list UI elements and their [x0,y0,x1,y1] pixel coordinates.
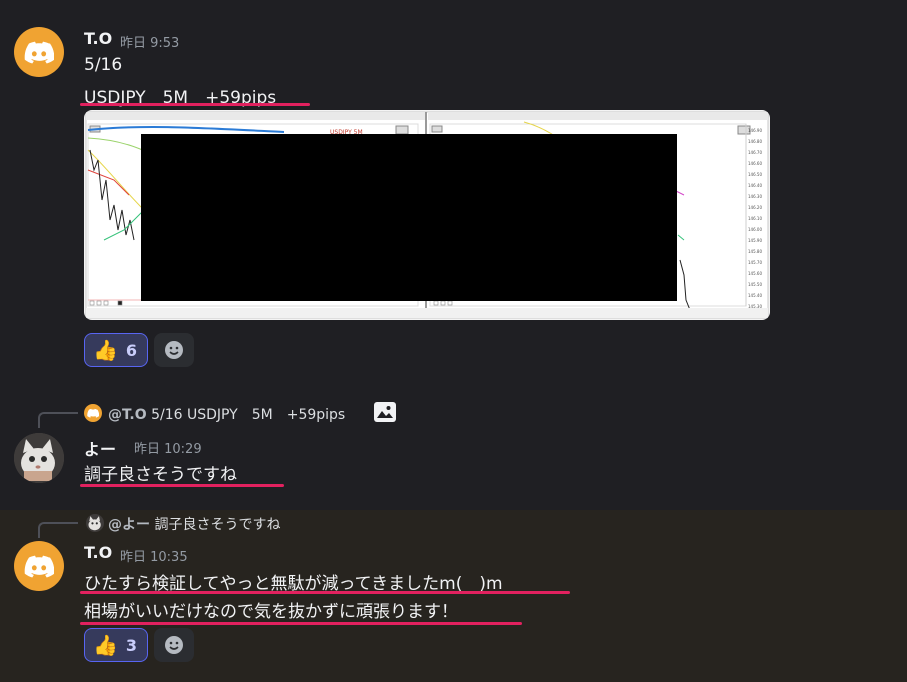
cat-photo-avatar [14,433,64,483]
price-tick: 145.60 [748,271,762,276]
reaction-count: 6 [125,340,138,360]
discord-logo-icon [87,408,99,418]
discord-logo-icon [24,41,54,64]
reply-spine [38,412,78,428]
discord-logo-icon [24,555,54,578]
reply-avatar [86,514,104,532]
reaction-thumbs-up[interactable]: 👍 3 [84,628,148,662]
add-reaction-button[interactable] [154,628,194,662]
price-tick: 146.40 [748,183,762,188]
thumbs-up-icon: 👍 [93,633,118,657]
highlight-underline [80,622,522,625]
reply-author: @T.O [108,407,147,423]
reply-spine [38,522,78,538]
message-text-line: 調子良さそうですね [84,465,237,485]
reply-preview[interactable]: @よー 調子良さそうですね [108,514,280,534]
timestamp: 昨日 9:53 [120,36,180,51]
reply-snippet: 5/16 USDJPY 5M +59pips [151,407,346,423]
price-tick: 146.00 [748,227,762,232]
reply-author: @よー [108,517,150,533]
timestamp: 昨日 10:35 [120,550,188,565]
message-text-line: 相場がいいだけなので気を抜かずに頑張ります！ [84,602,458,622]
price-tick: 146.30 [748,194,762,199]
price-tick: 145.80 [748,249,762,254]
avatar[interactable] [14,27,64,77]
price-tick: 145.90 [748,238,762,243]
price-tick: 146.50 [748,172,762,177]
price-tick: 145.50 [748,282,762,287]
price-tick: 146.10 [748,216,762,221]
smiley-face-icon [165,341,183,359]
price-tick: 146.90 [748,128,762,133]
chart-image-attachment[interactable]: USDJPY 5M 146.90 146.80 146.70 146.60 14… [84,110,770,320]
trading-chart-screenshot: USDJPY 5M 146.90 146.80 146.70 146.60 14… [85,111,769,319]
price-tick: 145.40 [748,293,762,298]
price-tick: 146.60 [748,161,762,166]
redacted-area [141,134,677,301]
message-text-line: 5/16 [84,55,123,75]
add-reaction-button[interactable] [154,333,194,367]
reply-snippet: 調子良さそうですね [154,517,281,533]
price-tick: 146.80 [748,139,762,144]
reply-preview[interactable]: @T.O 5/16 USDJPY 5M +59pips [108,404,345,424]
cat-photo-avatar [88,516,101,531]
highlight-underline [80,103,310,106]
reaction-thumbs-up[interactable]: 👍 6 [84,333,148,367]
timestamp: 昨日 10:29 [134,442,202,457]
username[interactable]: T.O [84,29,112,48]
image-icon [374,402,396,422]
reaction-count: 3 [125,635,138,655]
username[interactable]: よー [84,436,116,460]
avatar[interactable] [14,541,64,591]
highlight-underline [80,484,284,487]
username[interactable]: T.O [84,543,112,562]
price-tick: 146.20 [748,205,762,210]
smiley-face-icon [165,636,183,654]
thumbs-up-icon: 👍 [93,338,118,362]
price-tick: 146.70 [748,150,762,155]
price-tick: 145.70 [748,260,762,265]
reply-avatar [84,404,102,422]
avatar[interactable] [14,433,64,483]
highlight-underline [80,591,570,594]
